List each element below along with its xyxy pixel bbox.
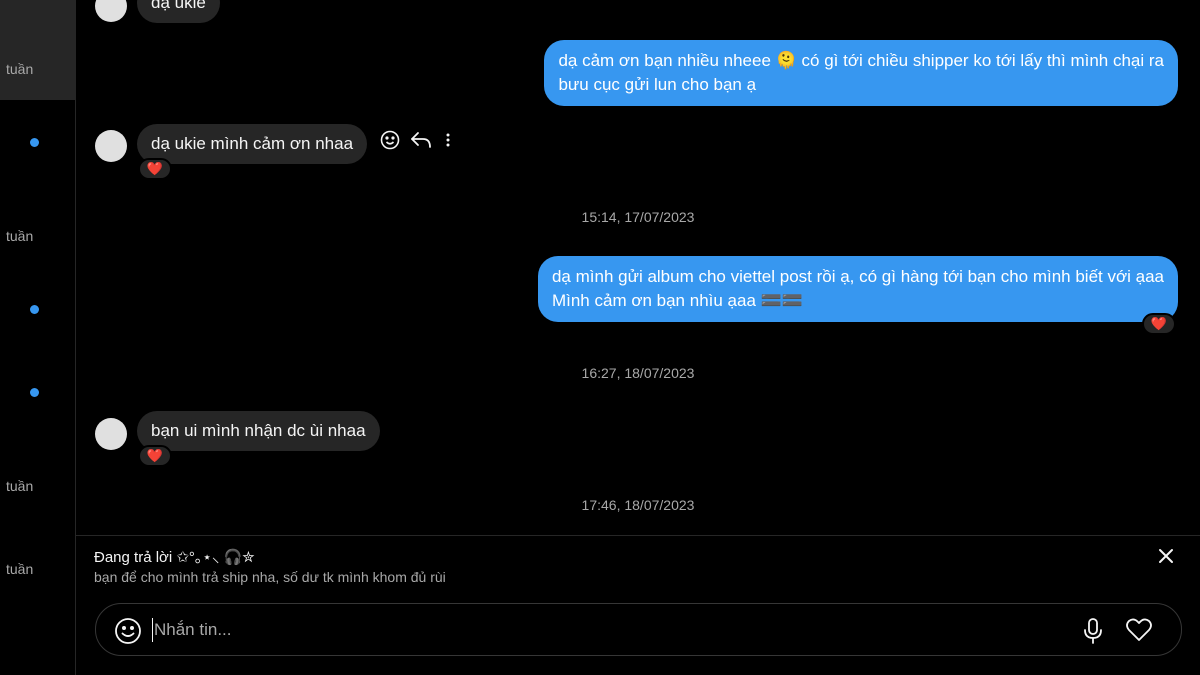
react-emoji-icon[interactable] [380,130,400,150]
text-caret [152,618,153,642]
message-composer [95,603,1182,656]
close-icon[interactable] [1156,546,1176,566]
unread-dot [30,138,39,147]
incoming-message[interactable]: dạ ukie [137,0,220,23]
heart-reaction[interactable]: ❤️ [1142,313,1176,335]
emoji-picker-icon[interactable] [114,617,142,650]
message-timestamp: 17:46, 18/07/2023 [581,497,695,513]
sidebar-item-time: tuần [6,61,34,77]
heart-icon[interactable] [1125,617,1153,648]
incoming-message[interactable]: dạ ukie mình cảm ơn nhaa [137,124,368,164]
reply-preview: Đang trả lời ✩°｡⋆⸜ 🎧✮ bạn để cho mình tr… [76,535,1200,595]
avatar[interactable] [95,130,127,162]
message-line: bưu cục gửi lun cho bạn ạ [558,75,757,94]
avatar[interactable] [95,418,127,450]
incoming-message[interactable]: bạn ui mình nhận dc ùi nhaa [137,411,380,451]
unread-dot [30,305,39,314]
sidebar-item-time: tuần [6,228,34,244]
heart-reaction[interactable]: ❤️ [138,445,172,467]
outgoing-message[interactable]: dạ mình gửi album cho viettel post rồi ạ… [537,256,1178,322]
reply-title: Đang trả lời ✩°｡⋆⸜ 🎧✮ [94,549,255,566]
message-line: dạ mình gửi album cho viettel post rồi ạ… [551,267,1164,286]
sidebar-item-time: tuần [6,561,34,577]
sidebar-selected-item[interactable] [0,0,75,100]
more-options-icon[interactable] [442,130,454,150]
heart-reaction[interactable]: ❤️ [138,158,172,180]
message-timestamp: 16:27, 18/07/2023 [581,365,695,381]
unread-dot [30,388,39,397]
microphone-icon[interactable] [1081,617,1105,650]
message-input[interactable] [154,617,1054,643]
message-timestamp: 15:14, 17/07/2023 [581,209,695,225]
outgoing-message[interactable]: dạ cảm ơn bạn nhiều nheee 🫠 có gì tới ch… [544,40,1178,106]
message-line: dạ cảm ơn bạn nhiều nheee 🫠 có gì tới ch… [558,51,1164,70]
avatar[interactable] [95,0,127,22]
message-actions [380,130,454,150]
sidebar-item-time: tuần [6,478,34,494]
conversation-sidebar: tuần tuần tuần tuần [0,0,76,675]
message-line: Mình cảm ơn bạn nhìu ạaa 🟰🟰 [551,291,803,310]
reply-icon[interactable] [410,130,432,150]
reply-quoted-text: bạn để cho mình trả ship nha, số dư tk m… [94,569,446,585]
